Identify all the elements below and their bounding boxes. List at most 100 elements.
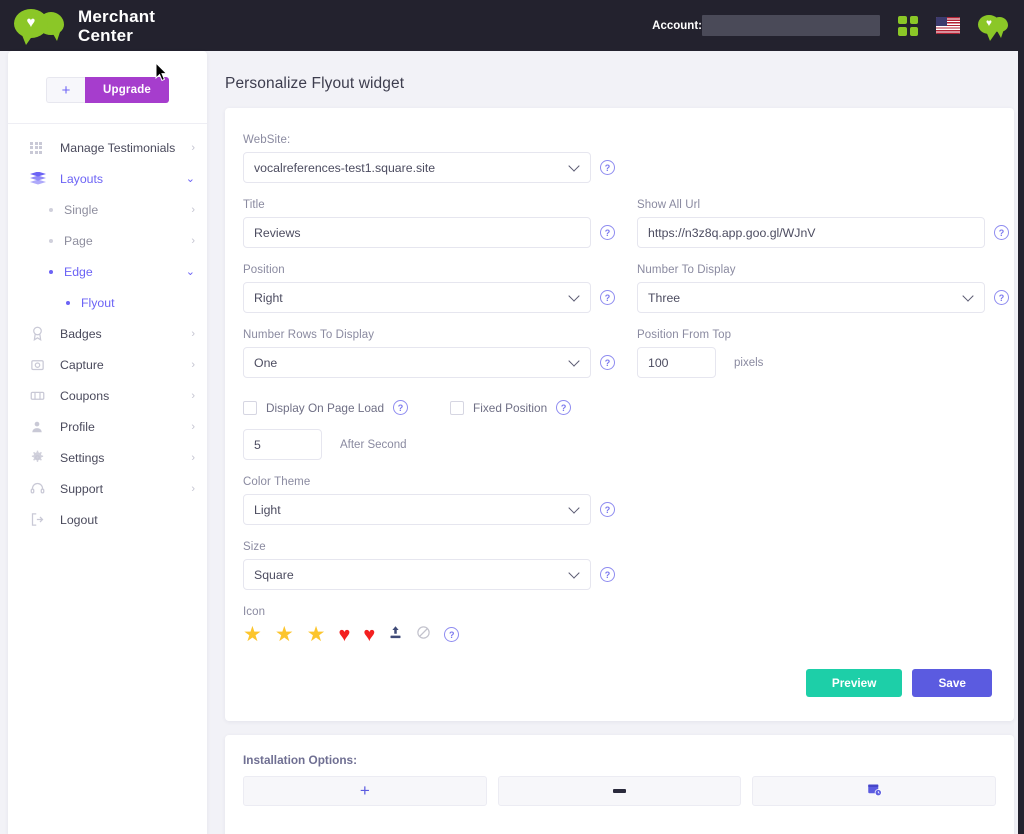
color-theme-select[interactable]: Light (243, 494, 591, 525)
chevron-right-icon: › (191, 358, 195, 371)
app-root: ♥ Merchant Center Account: ♥ + Upgrade M… (0, 0, 1024, 834)
minus-icon (613, 789, 626, 793)
form-grid: Title Reviews ? Show All Url https://n3z… (243, 199, 1009, 394)
field-color-theme: Color Theme Light ? (243, 476, 992, 525)
us-flag-icon[interactable] (936, 17, 960, 34)
installation-add-button[interactable]: + (243, 776, 487, 806)
sidebar-item-settings[interactable]: Settings › (8, 442, 207, 473)
installation-schedule-button[interactable] (752, 776, 997, 806)
grid-apps-icon[interactable] (898, 15, 918, 36)
heart-icon[interactable]: ♥ (338, 625, 350, 645)
field-title: Title Reviews ? (243, 199, 623, 248)
sidebar-item-label: Support (60, 481, 104, 496)
help-icon[interactable]: ? (600, 225, 615, 240)
website-select[interactable]: vocalreferences-test1.square.site (243, 152, 591, 183)
field-icon: Icon ★ ★ ★ ♥ ♥ ? (243, 606, 992, 645)
page-title: Personalize Flyout widget (225, 75, 405, 92)
top-bar: ♥ Merchant Center Account: ♥ (0, 0, 1024, 51)
account-selector[interactable]: Account: (652, 15, 880, 36)
star-icon[interactable]: ★ (307, 624, 326, 645)
field-number-rows-to-display: Number Rows To Display One ? (243, 329, 623, 378)
fixed-position-checkbox[interactable] (450, 400, 465, 415)
chevron-right-icon: › (191, 482, 195, 495)
help-icon[interactable]: ? (393, 400, 409, 415)
options-row: Display On Page Load ? Fixed Position ? (243, 400, 992, 415)
heart-icon[interactable]: ♥ (363, 625, 375, 645)
fixed-position-group[interactable]: Fixed Position ? (450, 400, 572, 415)
brand-line-2: Center (78, 25, 134, 45)
main-content: Personalize Flyout widget WebSite: vocal… (216, 51, 1016, 834)
sidebar-item-layouts[interactable]: Layouts ⌄ (8, 163, 207, 194)
field-label: Position From Top (637, 329, 732, 341)
display-on-page-load-label: Display On Page Load (266, 400, 385, 415)
top-bar-right: Account: ♥ (652, 14, 1024, 41)
sidebar-item-support[interactable]: Support › (8, 473, 207, 504)
number-to-display-select[interactable]: Three (637, 282, 985, 313)
sidebar-item-profile[interactable]: Profile › (8, 411, 207, 442)
chevron-right-icon: › (191, 141, 195, 154)
sidebar-item-coupons[interactable]: Coupons › (8, 380, 207, 411)
star-icon[interactable]: ★ (243, 624, 262, 645)
sidebar-item-label: Manage Testimonials (60, 140, 176, 155)
number-rows-to-display-select[interactable]: One (243, 347, 591, 378)
bullet-icon (49, 238, 53, 243)
help-icon[interactable]: ? (600, 160, 615, 175)
sidebar-item-edge[interactable]: Edge ⌄ (8, 256, 207, 287)
preview-button[interactable]: Preview (805, 669, 903, 697)
display-on-page-load-checkbox[interactable] (243, 400, 257, 415)
sidebar-item-label: Badges (60, 326, 102, 341)
sidebar-item-flyout[interactable]: Flyout (8, 287, 207, 318)
chevron-down-icon: ⌄ (185, 266, 195, 278)
save-button[interactable]: Save (912, 669, 992, 697)
star-icon[interactable]: ★ (275, 624, 294, 645)
size-select[interactable]: Square (243, 559, 591, 590)
account-value-redacted[interactable] (702, 15, 880, 36)
show-all-url-input[interactable]: https://n3z8q.app.goo.gl/WJnV (637, 217, 985, 248)
user-icon (30, 420, 50, 434)
help-icon[interactable]: ? (600, 502, 615, 517)
field-show-all-url: Show All Url https://n3z8q.app.goo.gl/WJ… (637, 199, 1017, 248)
help-icon[interactable]: ? (600, 355, 615, 370)
display-on-page-load-group[interactable]: Display On Page Load ? (243, 400, 409, 415)
help-icon[interactable]: ? (444, 627, 460, 642)
sidebar-item-capture[interactable]: Capture › (8, 349, 207, 380)
chat-heart-mini-logo-icon[interactable]: ♥ (978, 14, 1008, 41)
no-icon[interactable] (416, 624, 431, 645)
chevron-right-icon: › (191, 203, 195, 216)
sidebar-item-badges[interactable]: Badges › (8, 318, 207, 349)
account-label: Account: (652, 19, 702, 32)
chevron-right-icon: › (191, 327, 195, 340)
fixed-position-label: Fixed Position (473, 400, 548, 415)
field-position: Position Right ? (243, 264, 623, 313)
field-label: WebSite: (243, 134, 291, 146)
bullet-icon (66, 300, 70, 305)
sidebar-item-single[interactable]: Single › (8, 194, 207, 225)
field-label: Title (243, 199, 265, 211)
help-icon[interactable]: ? (600, 567, 615, 582)
chevron-right-icon: › (191, 420, 195, 433)
sidebar-item-manage-testimonials[interactable]: Manage Testimonials › (8, 132, 207, 163)
brand[interactable]: ♥ Merchant Center (0, 7, 155, 45)
field-website: WebSite: vocalreferences-test1.square.si… (243, 134, 992, 183)
help-icon[interactable]: ? (994, 290, 1009, 305)
brand-line-1: Merchant (78, 6, 156, 26)
chevron-right-icon: › (191, 451, 195, 464)
after-second-input[interactable]: 5 (243, 429, 322, 460)
brand-text: Merchant Center (78, 7, 155, 45)
installation-remove-button[interactable] (497, 776, 742, 806)
sidebar-item-label: Layouts (60, 171, 104, 186)
add-button[interactable]: + (45, 77, 85, 103)
sidebar-item-page[interactable]: Page › (8, 225, 207, 256)
help-icon[interactable]: ? (556, 400, 572, 415)
position-select[interactable]: Right (243, 282, 591, 313)
help-icon[interactable]: ? (600, 290, 615, 305)
upgrade-button[interactable]: Upgrade (84, 77, 170, 103)
upload-icon[interactable] (388, 625, 403, 645)
form-actions: Preview Save (243, 669, 992, 697)
sidebar-item-label: Settings (60, 450, 105, 465)
sidebar-item-logout[interactable]: Logout (8, 504, 207, 535)
title-input[interactable]: Reviews (243, 217, 591, 248)
chevron-right-icon: › (191, 389, 195, 402)
help-icon[interactable]: ? (994, 225, 1009, 240)
position-from-top-input[interactable]: 100 (637, 347, 716, 378)
